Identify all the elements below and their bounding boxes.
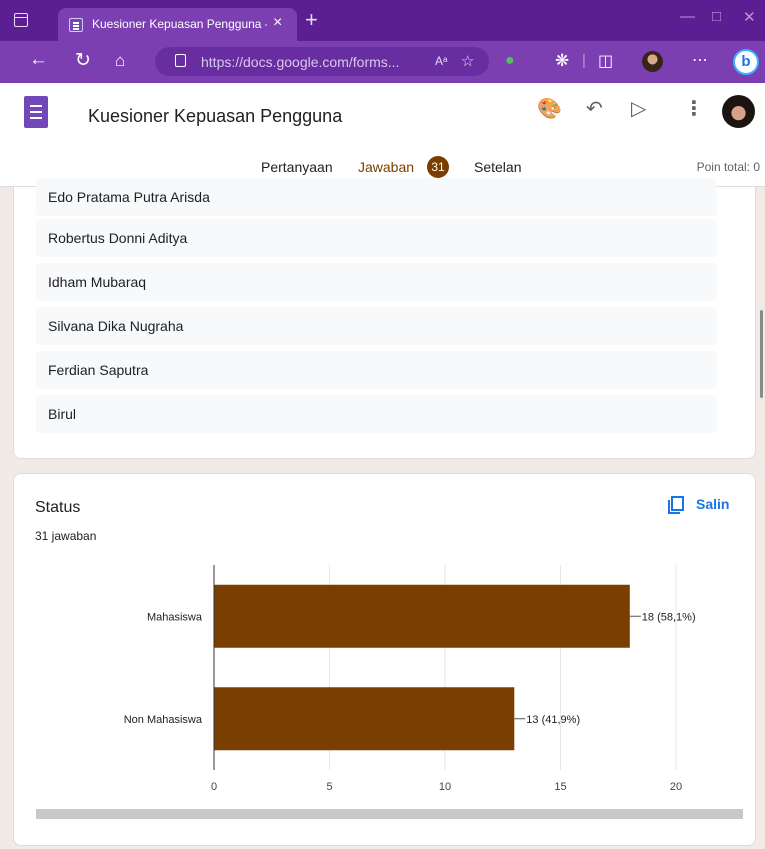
vertical-scrollbar[interactable] bbox=[760, 310, 763, 398]
list-item: Idham Mubaraq bbox=[36, 263, 717, 301]
profile-avatar-icon[interactable] bbox=[642, 51, 663, 72]
lock-icon[interactable] bbox=[175, 54, 186, 67]
category-label: Mahasiswa bbox=[147, 611, 203, 623]
browser-tab[interactable]: Kuesioner Kepuasan Pengguna - Google For… bbox=[58, 8, 297, 41]
copy-icon bbox=[668, 496, 684, 514]
response-count: 31 jawaban bbox=[35, 529, 97, 543]
status-bar-chart: 0 5 10 15 20 Mahasiswa 18 (58,1%) Non Mahasiswa… bbox=[124, 565, 696, 793]
list-item: Birul bbox=[36, 395, 717, 433]
status-question-card: Status 31 jawaban Salin 0 5 10 15 20 Mahasisw… bbox=[13, 473, 756, 846]
toolbar-divider: | bbox=[582, 52, 586, 69]
close-tab-icon[interactable]: × bbox=[273, 14, 282, 32]
list-item: Ferdian Saputra bbox=[36, 351, 717, 389]
back-arrow-icon[interactable]: ← bbox=[29, 49, 48, 71]
avatar[interactable] bbox=[722, 95, 755, 128]
list-item: Silvana Dika Nugraha bbox=[36, 307, 717, 345]
horizontal-scrollbar[interactable] bbox=[36, 809, 743, 819]
forms-header: Kuesioner Kepuasan Pengguna 🎨 ↶ ▷ ⋮ Pert… bbox=[0, 83, 765, 187]
form-title[interactable]: Kuesioner Kepuasan Pengguna bbox=[88, 106, 342, 127]
read-aloud-icon[interactable]: Aᵃ bbox=[435, 54, 447, 68]
split-screen-icon[interactable]: ◫ bbox=[598, 51, 613, 71]
maximize-icon[interactable]: □ bbox=[712, 8, 721, 25]
address-bar[interactable]: https://docs.google.com/forms... Aᵃ ☆ bbox=[155, 47, 489, 76]
tab-responses[interactable]: Jawaban bbox=[358, 159, 414, 175]
x-tick-label: 10 bbox=[439, 781, 451, 793]
url-host: https://docs.google.com bbox=[201, 54, 349, 70]
browser-navigation-bar: ← ↻ ⌂ https://docs.google.com/forms... A… bbox=[0, 41, 765, 83]
copy-label: Salin bbox=[696, 496, 730, 512]
tab-questions[interactable]: Pertanyaan bbox=[261, 159, 333, 175]
window-close-icon[interactable]: ✕ bbox=[743, 8, 756, 26]
list-item: Edo Pratama Putra Arisda bbox=[36, 178, 717, 216]
undo-icon[interactable]: ↶ bbox=[586, 96, 603, 121]
x-tick-label: 0 bbox=[211, 781, 217, 793]
x-tick-label: 5 bbox=[326, 781, 332, 793]
palette-icon[interactable]: 🎨 bbox=[537, 96, 562, 121]
bar bbox=[214, 687, 515, 751]
extensions-puzzle-icon[interactable]: ❋ bbox=[555, 51, 569, 71]
data-label: 13 (41,9%) bbox=[526, 714, 580, 726]
url-path: /forms... bbox=[348, 54, 400, 70]
x-tick-label: 20 bbox=[670, 781, 682, 793]
tab-settings[interactable]: Setelan bbox=[474, 159, 521, 175]
total-points: Poin total: 0 bbox=[696, 160, 760, 174]
question-title: Status bbox=[35, 499, 81, 516]
more-vert-icon[interactable]: ⋮ bbox=[684, 96, 704, 121]
category-label: Non Mahasiswa bbox=[124, 714, 203, 726]
list-item: Robertus Donni Aditya bbox=[36, 219, 717, 257]
tab-title: Kuesioner Kepuasan Pengguna - Google For… bbox=[92, 17, 267, 31]
minimize-icon[interactable]: — bbox=[680, 8, 695, 25]
google-forms-favicon-icon bbox=[69, 18, 83, 32]
google-forms-logo-icon[interactable] bbox=[24, 96, 48, 128]
name-responses-card: Edo Pratama Putra Arisda Robertus Donni … bbox=[13, 178, 756, 459]
x-tick-label: 15 bbox=[554, 781, 566, 793]
data-label: 18 (58,1%) bbox=[642, 611, 696, 623]
new-tab-icon[interactable]: + bbox=[305, 7, 318, 33]
responses-count-badge: 31 bbox=[427, 156, 449, 178]
browser-title-bar: Kuesioner Kepuasan Pengguna - Google For… bbox=[0, 0, 765, 41]
send-icon[interactable]: ▷ bbox=[631, 96, 646, 121]
favorite-star-icon[interactable]: ☆ bbox=[461, 52, 474, 70]
bing-copilot-icon[interactable]: b bbox=[733, 49, 759, 75]
home-icon[interactable]: ⌂ bbox=[115, 51, 125, 71]
url-text[interactable]: https://docs.google.com/forms... bbox=[201, 54, 399, 70]
bar bbox=[214, 584, 630, 648]
more-options-icon[interactable]: ⋯ bbox=[692, 50, 708, 70]
extension-icon[interactable]: ● bbox=[505, 52, 515, 70]
workspaces-icon[interactable] bbox=[14, 13, 28, 27]
refresh-icon[interactable]: ↻ bbox=[75, 49, 91, 72]
